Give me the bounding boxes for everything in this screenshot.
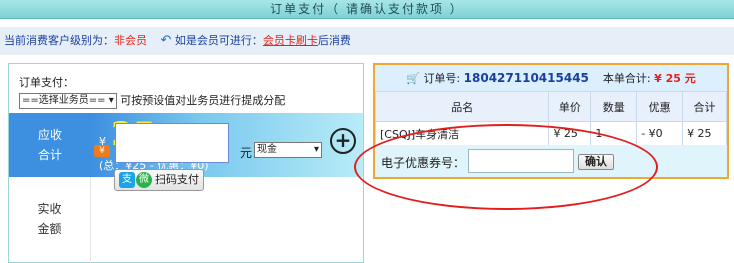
col-discount: 优惠 [636, 91, 684, 122]
member-card-link[interactable]: 会员卡刷卡 [263, 34, 318, 47]
payment-panel: 订单支付： ==选择业务员== ▾ 可按预设值对业务员进行提成分配 应收 合计 … [8, 63, 364, 263]
staff-select[interactable]: ==选择业务员== ▾ [19, 93, 117, 109]
cart-icon: 🛒 [406, 72, 420, 85]
scan-pay-button[interactable]: 支 微 扫码支付 [114, 169, 204, 191]
actual-label: 实收 金额 [9, 177, 91, 263]
plus-circle-icon[interactable]: + [330, 128, 356, 154]
cell-discount: - ¥0 [636, 121, 684, 146]
wechat-icon: 微 [136, 172, 152, 188]
highlight-circle [354, 124, 658, 210]
page-title: 订单支付（ 请确认支付款项 ） [270, 2, 464, 16]
cell-total: ¥ 25 [682, 121, 727, 146]
customer-info-bar: 当前消费客户级别为：非会员 ↶ 如是会员可进行：会员卡刷卡后消费 [0, 27, 734, 55]
member-suffix: 后消费 [317, 34, 351, 47]
order-header: 🛒 订单号: 180427110415445 本单合计: ¥ 25 元 [375, 65, 727, 91]
pay-method-select[interactable]: 现金 ▾ [254, 142, 322, 158]
order-no: 180427110415445 [463, 71, 589, 85]
level-prefix: 当前消费客户级别为： [4, 34, 114, 47]
actual-amount-input[interactable] [115, 123, 229, 163]
yen-badge-icon: ¥ [94, 145, 110, 157]
alipay-icon: 支 [119, 172, 135, 188]
amount-unit: 元 [240, 146, 253, 160]
staff-row: ==选择业务员== ▾ 可按预设值对业务员进行提成分配 [19, 92, 285, 109]
due-label: 应收 合计 [9, 113, 91, 177]
col-total: 合计 [682, 91, 727, 122]
level-value: 非会员 [114, 34, 147, 47]
payment-title: 订单支付： [19, 76, 74, 89]
col-price: 单价 [548, 91, 592, 122]
col-qty: 数量 [590, 91, 638, 122]
order-no-label: 订单号: [423, 72, 461, 85]
total-label: 本单合计: [602, 72, 651, 85]
page-title-bar: 订单支付（ 请确认支付款项 ） [0, 0, 734, 19]
total-value: ¥ 25 元 [654, 72, 696, 85]
col-name: 品名 [374, 91, 550, 122]
staff-hint: 可按预设值对业务员进行提成分配 [120, 94, 286, 107]
back-arrow-icon: ↶ [160, 33, 172, 48]
member-prefix: 如是会员可进行： [174, 34, 263, 47]
